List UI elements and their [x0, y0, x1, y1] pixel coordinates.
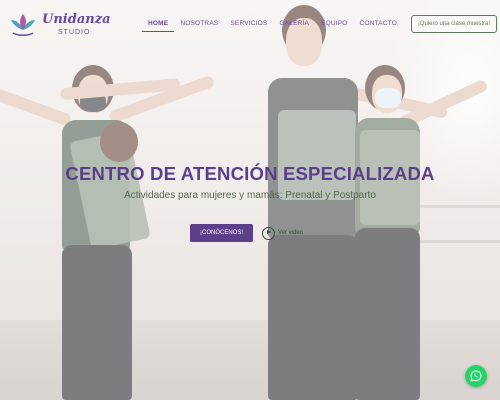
nav-item-contacto[interactable]: CONTACTO	[354, 20, 403, 32]
watch-video-label: Ver video	[278, 230, 304, 236]
hero-title: CENTRO DE ATENCIÓN ESPECIALIZADA	[65, 163, 435, 184]
whatsapp-icon	[470, 370, 482, 382]
play-circle-icon	[262, 226, 275, 240]
hero-subtitle: Actividades para mujeres y mamás: Prenat…	[124, 190, 376, 201]
nav-item-equipo[interactable]: EQUIPO	[315, 20, 353, 32]
brand-subtitle: STUDIO	[58, 29, 91, 36]
know-us-button[interactable]: ¡CONÓCENOS!	[190, 224, 253, 242]
nav-item-galeria[interactable]: GALERÍA	[273, 20, 315, 32]
lotus-logo-icon	[11, 14, 35, 36]
main-nav: HOME NOSOTRAS SERVICIOS GALERÍA EQUIPO C…	[142, 20, 403, 32]
whatsapp-button[interactable]	[465, 365, 487, 387]
nav-item-servicios[interactable]: SERVICIOS	[224, 20, 273, 32]
site-header: Unidanza STUDIO HOME NOSOTRAS SERVICIOS …	[0, 0, 500, 48]
nav-item-home[interactable]: HOME	[142, 20, 175, 32]
nav-item-nosotras[interactable]: NOSOTRAS	[174, 20, 224, 32]
watch-video-link[interactable]: Ver video	[262, 225, 303, 241]
brand-logo[interactable]: Unidanza STUDIO	[8, 10, 111, 40]
brand-name: Unidanza	[42, 12, 111, 27]
trial-class-button[interactable]: ¡Quiero una clase muestra!	[411, 15, 497, 33]
